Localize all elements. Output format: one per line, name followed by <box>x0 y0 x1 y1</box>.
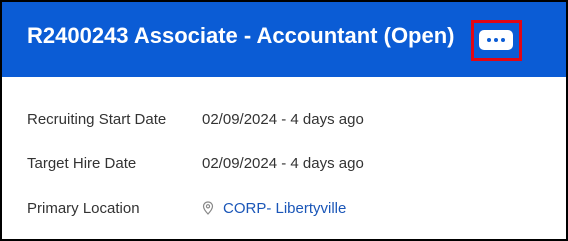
location-pin-icon <box>202 201 214 215</box>
detail-label: Target Hire Date <box>27 154 137 172</box>
detail-value: 02/09/2024 - 4 days ago <box>202 154 364 172</box>
detail-row-target-hire-date: Target Hire Date 02/09/2024 - 4 days ago <box>27 152 364 174</box>
detail-value: 02/09/2024 - 4 days ago <box>202 110 364 128</box>
detail-row-recruiting-start-date: Recruiting Start Date 02/09/2024 - 4 day… <box>27 108 364 130</box>
detail-row-primary-location: Primary Location CORP- Libertyville <box>27 197 346 219</box>
ellipsis-icon <box>494 38 498 42</box>
primary-location-link[interactable]: CORP- Libertyville <box>223 200 346 217</box>
detail-label: Recruiting Start Date <box>27 110 167 128</box>
ellipsis-icon <box>501 38 505 42</box>
detail-value-location: CORP- Libertyville <box>202 200 346 217</box>
ellipsis-icon <box>487 38 491 42</box>
detail-label: Primary Location <box>27 199 140 217</box>
requisition-title: R2400243 Associate - Accountant (Open) <box>27 23 455 48</box>
job-requisition-card: R2400243 Associate - Accountant (Open) R… <box>0 0 568 241</box>
card-header: R2400243 Associate - Accountant (Open) <box>2 2 566 77</box>
related-actions-button[interactable] <box>479 30 513 50</box>
